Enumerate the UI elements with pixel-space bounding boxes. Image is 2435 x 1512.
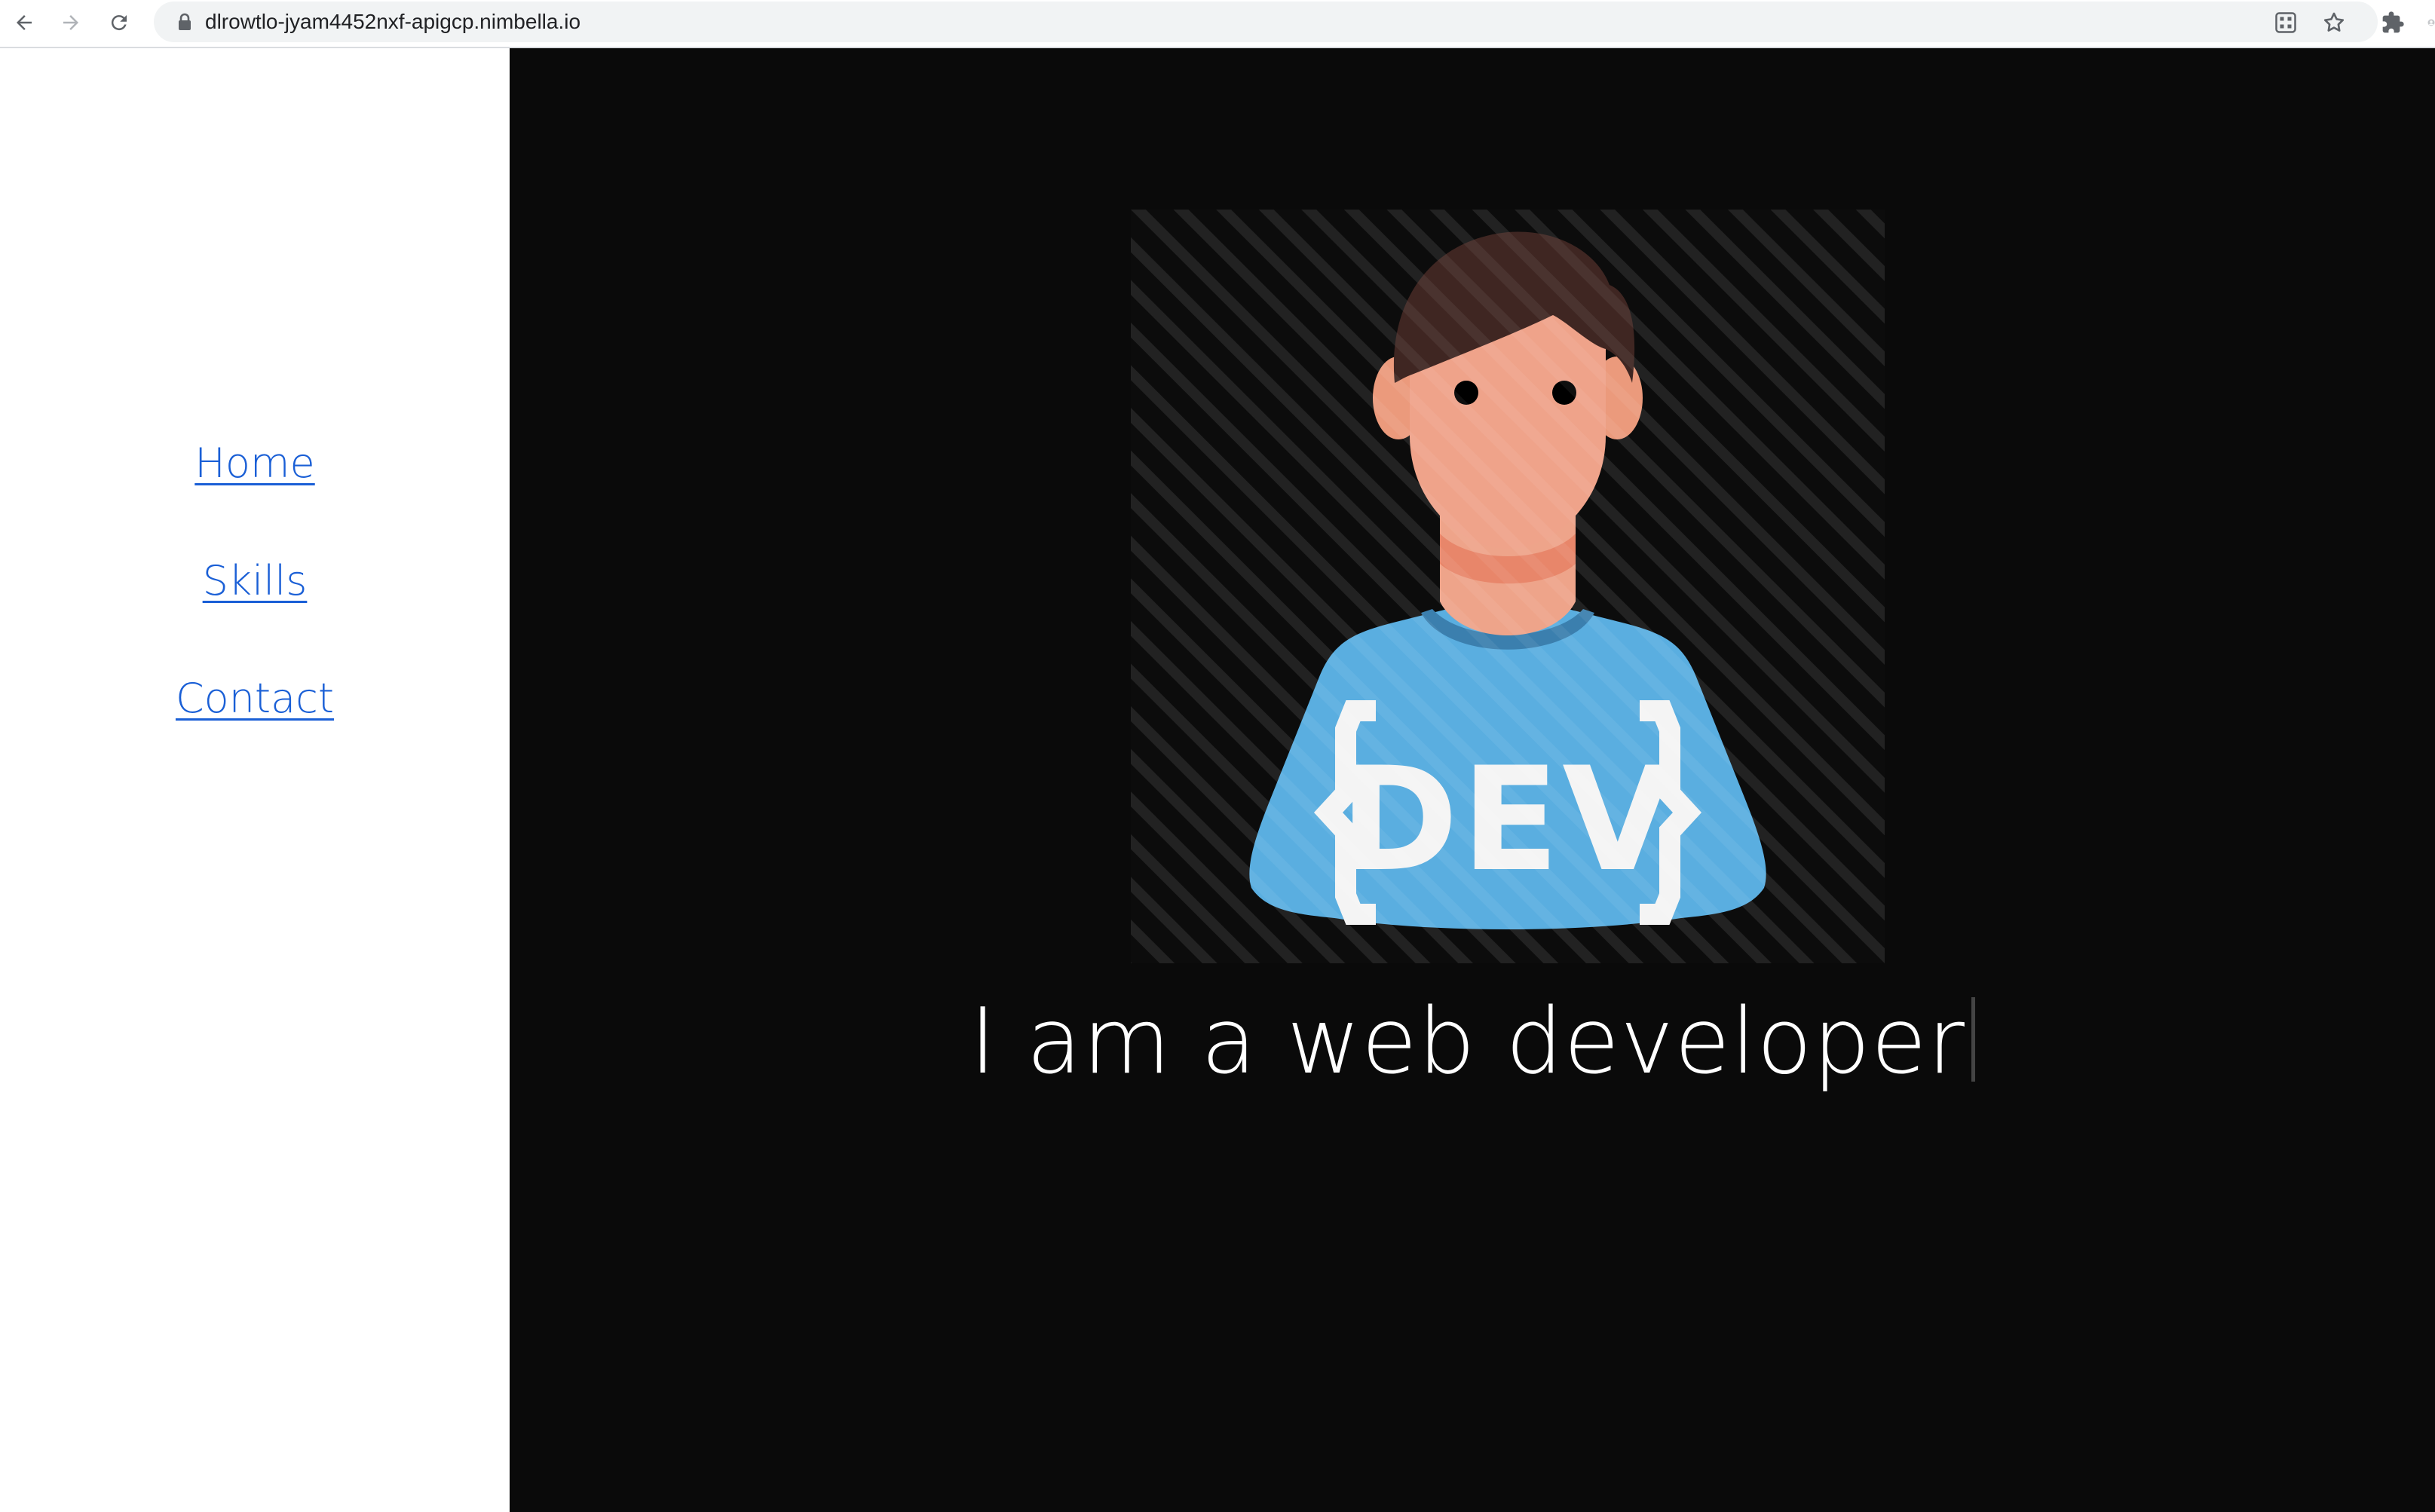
- url-text[interactable]: dlrowtlo-jyam4452nxf-apigcp.nimbella.io: [205, 2, 580, 42]
- lock-icon: [175, 12, 194, 32]
- hero-section: DEV I am a web developer: [510, 48, 2435, 1512]
- tagline-text: I am a web developer: [969, 990, 1965, 1094]
- nav-link-skills[interactable]: Skills: [0, 555, 510, 608]
- forward-button[interactable]: [54, 6, 87, 39]
- reload-icon: [111, 15, 127, 31]
- back-button[interactable]: [8, 6, 41, 39]
- profile-avatar-icon[interactable]: [2417, 6, 2435, 39]
- nav-link-home[interactable]: Home: [0, 437, 510, 490]
- typing-cursor: [1971, 997, 1975, 1082]
- hero-tagline: I am a web developer: [510, 986, 2435, 1099]
- bookmark-star-icon[interactable]: [2317, 6, 2351, 39]
- address-bar[interactable]: dlrowtlo-jyam4452nxf-apigcp.nimbella.io: [154, 2, 2378, 42]
- nav-link-contact[interactable]: Contact: [0, 672, 510, 725]
- extensions-puzzle-icon[interactable]: [2376, 6, 2409, 39]
- sidebar-nav: Home Skills Contact: [0, 48, 510, 1512]
- browser-toolbar: dlrowtlo-jyam4452nxf-apigcp.nimbella.io: [0, 0, 2435, 48]
- forward-arrow-icon: [63, 15, 78, 30]
- back-arrow-icon: [17, 15, 32, 30]
- developer-avatar-illustration: DEV: [1131, 210, 1885, 963]
- reload-button[interactable]: [103, 6, 136, 39]
- qr-code-icon[interactable]: [2269, 6, 2302, 39]
